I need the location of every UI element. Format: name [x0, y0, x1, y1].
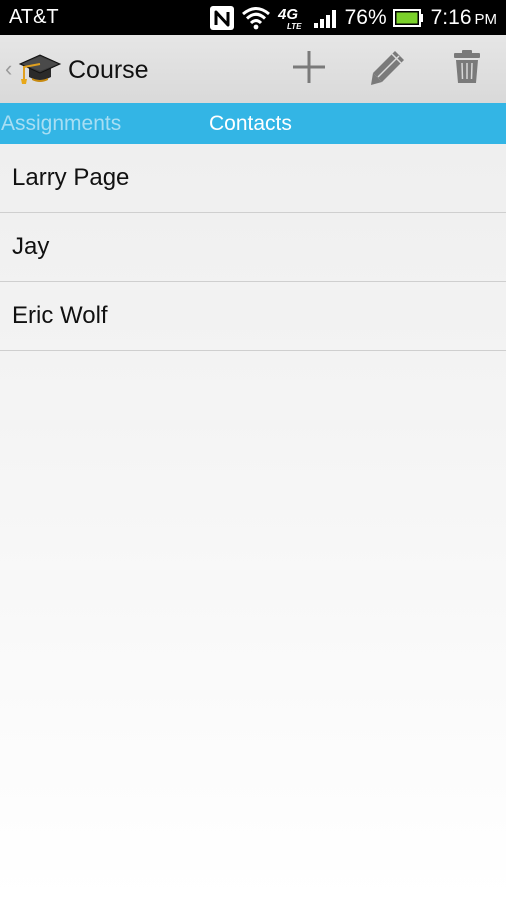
add-icon: [291, 49, 327, 90]
contact-name: Larry Page: [12, 164, 130, 191]
clock-time: 7:16: [430, 5, 472, 29]
delete-button[interactable]: [443, 47, 491, 91]
add-button[interactable]: [285, 47, 333, 91]
list-item[interactable]: Larry Page: [0, 144, 506, 213]
delete-icon: [452, 49, 482, 90]
carrier-label: AT&T: [9, 6, 59, 28]
network-sub-label: LTE: [287, 22, 302, 31]
tab-assignments[interactable]: Assignments: [1, 112, 121, 136]
action-bar: ‹ Course: [0, 35, 506, 104]
wifi-icon: [241, 6, 271, 30]
graduation-cap-icon[interactable]: [18, 52, 62, 91]
up-caret-icon[interactable]: ‹: [5, 56, 12, 82]
4g-lte-icon: 4G LTE: [277, 4, 307, 32]
nfc-icon: [209, 5, 235, 31]
list-item[interactable]: Jay: [0, 213, 506, 282]
clock-ampm: PM: [474, 10, 498, 28]
status-bar: AT&T 4G LTE 76% 7:16 PM: [0, 0, 506, 35]
status-icons: 4G LTE 76% 7:16 PM: [209, 0, 497, 35]
edit-button[interactable]: [364, 47, 412, 91]
contacts-list: Larry Page Jay Eric Wolf: [0, 144, 506, 351]
tab-contacts[interactable]: Contacts: [209, 112, 292, 136]
list-item[interactable]: Eric Wolf: [0, 282, 506, 351]
edit-icon: [369, 48, 407, 91]
battery-percent: 76%: [344, 5, 387, 29]
clock: 7:16 PM: [431, 6, 497, 30]
network-label: 4G: [277, 6, 298, 23]
battery-icon: [392, 8, 425, 28]
tab-bar: Assignments Contacts: [0, 103, 506, 144]
contact-name: Eric Wolf: [12, 302, 108, 329]
page-title: Course: [68, 56, 149, 84]
signal-icon: [313, 7, 339, 29]
contact-name: Jay: [12, 233, 50, 260]
